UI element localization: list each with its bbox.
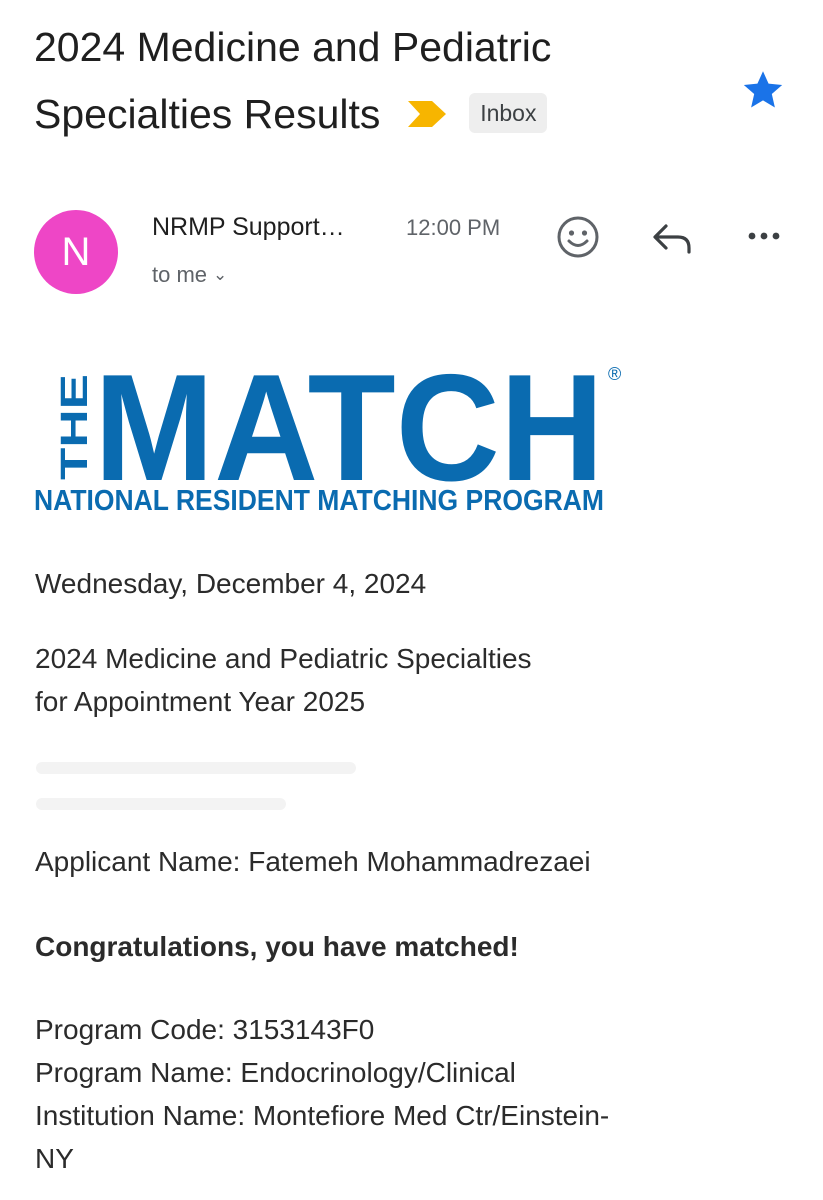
applicant-name: Applicant Name: Fatemeh Mohammadrezaei xyxy=(35,846,591,877)
logo-tagline: NATIONAL RESIDENT MATCHING PROGRAM xyxy=(34,485,604,517)
session-line-1: 2024 Medicine and Pediatric Specialties xyxy=(35,643,532,674)
recipient-details-toggle[interactable]: to me ⌄ xyxy=(152,262,227,288)
importance-marker-icon[interactable] xyxy=(407,101,446,128)
email-date: Wednesday, December 4, 2024 xyxy=(35,568,427,599)
reply-icon[interactable] xyxy=(650,218,694,258)
logo-the-text: THE xyxy=(54,374,96,480)
session-line-2: for Appointment Year 2025 xyxy=(35,686,366,717)
program-code: Program Code: 3153143F0 xyxy=(35,1014,375,1045)
redacted-block xyxy=(36,762,366,832)
match-session: 2024 Medicine and Pediatric Specialties … xyxy=(35,637,532,723)
redacted-line xyxy=(36,762,356,774)
the-match-logo: THE MATCH ® NATIONAL RESIDENT MATCHING P… xyxy=(34,360,621,517)
recipient-label: to me xyxy=(152,262,208,287)
institution-name-line-2: NY xyxy=(35,1143,74,1174)
congratulations-message: Congratulations, you have matched! xyxy=(35,931,519,962)
logo-registered-mark: ® xyxy=(608,364,621,384)
chevron-down-icon: ⌄ xyxy=(213,265,228,284)
program-name: Program Name: Endocrinology/Clinical xyxy=(35,1057,516,1088)
sender-name[interactable]: NRMP Support… xyxy=(152,213,345,242)
institution-name-line-1: Institution Name: Montefiore Med Ctr/Ein… xyxy=(35,1100,610,1131)
sender-avatar[interactable]: N xyxy=(34,210,118,294)
inbox-label-chip[interactable]: Inbox xyxy=(469,93,548,134)
subject-line-2: Specialties Results xyxy=(34,91,381,137)
star-icon[interactable] xyxy=(740,67,786,113)
subject-line-1: 2024 Medicine and Pediatric xyxy=(34,24,552,70)
email-subject: 2024 Medicine and Pediatric Specialties … xyxy=(34,14,734,148)
emoji-icon[interactable] xyxy=(555,214,601,260)
redacted-line xyxy=(36,798,286,810)
program-details: Program Code: 3153143F0 Program Name: En… xyxy=(35,1008,609,1180)
email-time: 12:00 PM xyxy=(406,215,501,240)
more-icon[interactable] xyxy=(744,218,784,258)
